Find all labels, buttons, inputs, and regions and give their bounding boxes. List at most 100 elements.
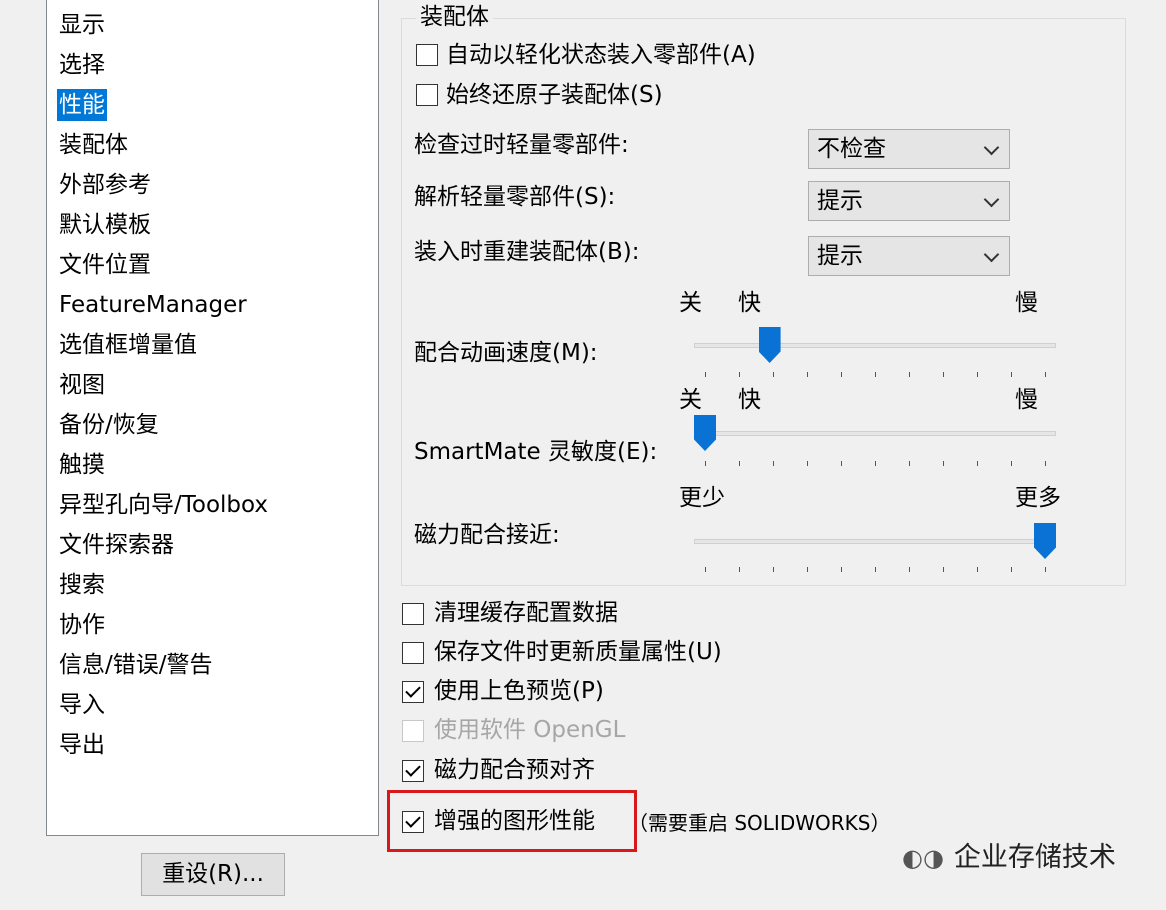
rebuild-on-load-value: 提示 (817, 243, 863, 269)
nav-item-import[interactable]: 导入 (57, 689, 107, 721)
slider-tick (807, 461, 808, 466)
restart-note: （需要重启 SOLIDWORKS） (628, 811, 891, 835)
slider-tick (943, 372, 944, 377)
wechat-icon: ◐◑ (902, 844, 944, 872)
slider-tick (705, 461, 706, 466)
slider-tick (773, 567, 774, 572)
nav-item-assemblies[interactable]: 装配体 (57, 129, 130, 161)
slider-tick (909, 372, 910, 377)
mate-animation-fast-label: 快 (738, 290, 761, 316)
mate-animation-slider-track[interactable] (694, 343, 1056, 348)
slider-tick (841, 567, 842, 572)
nav-item-search[interactable]: 搜索 (57, 569, 107, 601)
chevron-down-icon (983, 246, 1000, 263)
chevron-down-icon (983, 191, 1000, 208)
slider-tick (943, 461, 944, 466)
nav-item-display[interactable]: 显示 (57, 9, 107, 41)
magnetic-more-label: 更多 (1015, 485, 1061, 511)
rebuild-on-load-label: 装入时重建装配体(B): (414, 239, 640, 265)
nav-item-spin-box[interactable]: 选值框增量值 (57, 329, 199, 361)
slider-tick (841, 461, 842, 466)
watermark-text: 企业存储技术 (953, 842, 1116, 873)
auto-lightweight-label: 自动以轻化状态装入零部件(A) (446, 42, 756, 68)
nav-item-hole-wizard[interactable]: 异型孔向导/Toolbox (57, 489, 270, 521)
slider-tick (1045, 567, 1046, 572)
resolve-lightweight-label: 解析轻量零部件(S): (414, 184, 616, 210)
clear-cache-label: 清理缓存配置数据 (434, 600, 618, 626)
assembly-group-title: 装配体 (416, 3, 493, 31)
slider-tick (909, 461, 910, 466)
auto-lightweight-checkbox[interactable] (416, 44, 438, 66)
nav-item-default-templates[interactable]: 默认模板 (57, 209, 153, 241)
magnetic-prealign-label: 磁力配合预对齐 (434, 757, 595, 783)
nav-item-export[interactable]: 导出 (57, 729, 107, 761)
slider-tick (875, 372, 876, 377)
nav-item-backup[interactable]: 备份/恢复 (57, 409, 161, 441)
slider-tick (773, 372, 774, 377)
slider-tick (841, 372, 842, 377)
check-outdated-label: 检查过时轻量零部件: (414, 132, 629, 158)
shaded-preview-checkbox[interactable] (402, 681, 424, 703)
nav-item-view[interactable]: 视图 (57, 369, 107, 401)
check-outdated-value: 不检查 (817, 136, 886, 162)
software-opengl-checkbox (402, 720, 424, 742)
slider-tick (1011, 372, 1012, 377)
slider-tick (875, 567, 876, 572)
software-opengl-label: 使用软件 OpenGL (434, 717, 626, 743)
slider-tick (977, 461, 978, 466)
slider-tick (909, 567, 910, 572)
mate-animation-label: 配合动画速度(M): (414, 340, 598, 366)
slider-tick (1011, 567, 1012, 572)
slider-tick (1045, 372, 1046, 377)
nav-item-featuremanager[interactable]: FeatureManager (57, 289, 249, 321)
nav-item-external-refs[interactable]: 外部参考 (57, 169, 153, 201)
nav-item-selection[interactable]: 选择 (57, 49, 107, 81)
slider-tick (773, 461, 774, 466)
always-resolve-label: 始终还原子装配体(S) (446, 82, 663, 108)
magnetic-mate-slider-track[interactable] (694, 539, 1056, 544)
slider-tick (977, 567, 978, 572)
smartmate-fast-label: 快 (738, 387, 761, 413)
watermark: ◐◑ 企业存储技术 (902, 838, 1116, 878)
slider-tick (977, 372, 978, 377)
magnetic-less-label: 更少 (679, 485, 725, 511)
resolve-lightweight-select[interactable]: 提示 (808, 181, 1010, 221)
slider-tick (1011, 461, 1012, 466)
slider-tick (705, 372, 706, 377)
nav-item-file-locations[interactable]: 文件位置 (57, 249, 153, 281)
mate-animation-off-label: 关 (679, 290, 702, 316)
rebuild-on-load-select[interactable]: 提示 (808, 236, 1010, 276)
update-mass-label: 保存文件时更新质量属性(U) (434, 639, 722, 665)
highlight-box (387, 790, 637, 852)
nav-item-messages[interactable]: 信息/错误/警告 (57, 649, 215, 681)
mate-animation-slow-label: 慢 (1015, 290, 1038, 316)
slider-tick (943, 567, 944, 572)
nav-item-performance[interactable]: 性能 (57, 89, 107, 121)
smartmate-label: SmartMate 灵敏度(E): (414, 439, 658, 465)
nav-item-touch[interactable]: 触摸 (57, 449, 107, 481)
slider-tick (705, 567, 706, 572)
magnetic-prealign-checkbox[interactable] (402, 760, 424, 782)
chevron-down-icon (983, 139, 1000, 156)
slider-tick (739, 567, 740, 572)
slider-tick (739, 372, 740, 377)
smartmate-slow-label: 慢 (1015, 387, 1038, 413)
options-nav-list: 显示 选择 性能 装配体 外部参考 默认模板 文件位置 FeatureManag… (46, 0, 379, 836)
nav-item-file-explorer[interactable]: 文件探索器 (57, 529, 176, 561)
resolve-lightweight-value: 提示 (817, 188, 863, 214)
slider-tick (807, 567, 808, 572)
slider-tick (739, 461, 740, 466)
clear-cache-checkbox[interactable] (402, 603, 424, 625)
slider-tick (1045, 461, 1046, 466)
smartmate-off-label: 关 (679, 387, 702, 413)
check-outdated-select[interactable]: 不检查 (808, 129, 1010, 169)
slider-tick (807, 372, 808, 377)
nav-item-collaboration[interactable]: 协作 (57, 609, 107, 641)
shaded-preview-label: 使用上色预览(P) (434, 678, 604, 704)
slider-tick (875, 461, 876, 466)
always-resolve-checkbox[interactable] (416, 84, 438, 106)
smartmate-slider-track[interactable] (694, 431, 1056, 436)
update-mass-checkbox[interactable] (402, 642, 424, 664)
reset-button[interactable]: 重设(R)... (141, 853, 285, 896)
magnetic-mate-label: 磁力配合接近: (414, 522, 560, 548)
